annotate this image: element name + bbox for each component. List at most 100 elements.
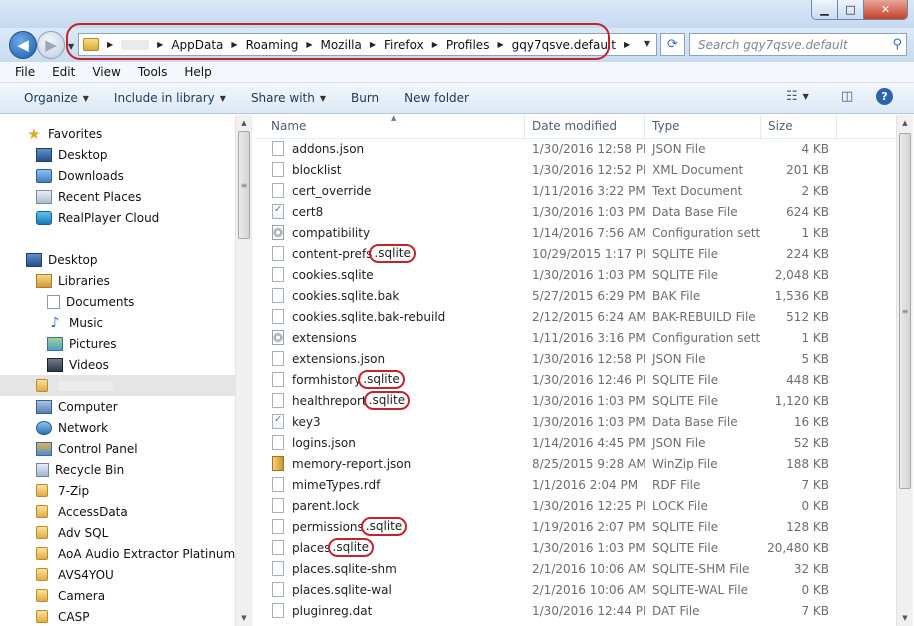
file-row[interactable]: cookies.sqlite.bak 5/27/2015 6:29 PM BAK F… [255, 285, 896, 306]
nav-folder-casp[interactable]: CASP [36, 606, 89, 626]
fav-item-desktop[interactable]: Desktop [36, 144, 108, 165]
file-row[interactable]: content-prefs .sqlite 10/29/2015 1:17 PM SQ… [255, 243, 896, 264]
file-row[interactable]: places .sqlite 1/30/2016 1:03 PM SQLITE Fil… [255, 537, 896, 558]
file-row[interactable]: mimeTypes.rdf 1/1/2016 2:04 PM RDF File 7 K… [255, 474, 896, 495]
column-header-date[interactable]: Date modified [525, 115, 645, 139]
file-row[interactable]: cert8 1/30/2016 1:03 PM Data Base File 624 … [255, 201, 896, 222]
menu-file[interactable]: File [7, 65, 44, 79]
file-row[interactable]: places.sqlite-shm 2/1/2016 10:06 AM SQLITE… [255, 558, 896, 579]
file-row[interactable]: blocklist 1/30/2016 12:52 PM XML Document 2… [255, 159, 896, 180]
nav-folder-avs4you[interactable]: AVS4YOU [36, 564, 114, 585]
file-row[interactable]: memory-report.json 8/25/2015 9:28 AM WinZi… [255, 453, 896, 474]
file-row[interactable]: addons.json 1/30/2016 12:58 PM JSON File 4 … [255, 138, 896, 159]
fav-item-downloads[interactable]: Downloads [36, 165, 124, 186]
address-dropdown-icon[interactable]: ▼ [644, 39, 650, 48]
nav-libraries[interactable]: Libraries [36, 270, 110, 291]
fav-item-realplayer-cloud[interactable]: RealPlayer Cloud [36, 207, 159, 228]
back-button[interactable]: ◀ [9, 31, 37, 59]
search-input[interactable]: Search gqy7qsve.default ⚲ [689, 33, 907, 56]
nav-folder-aoa-audio[interactable]: AoA Audio Extractor Platinum [36, 543, 235, 564]
nav-recycle-bin[interactable]: Recycle Bin [36, 459, 124, 480]
file-row[interactable]: logins.json 1/14/2016 4:45 PM JSON File 52 … [255, 432, 896, 453]
burn-button[interactable]: Burn [341, 91, 394, 105]
folder-icon [36, 589, 48, 602]
address-bar[interactable]: ▶ ▶ AppData ▶ Roaming ▶ Mozilla ▶ Firefo… [78, 33, 657, 56]
favorites-label: Favorites [48, 126, 103, 141]
change-view-button[interactable]: ☷ ▼ [786, 89, 809, 104]
forward-button[interactable]: ▶ [37, 31, 65, 59]
lib-item-pictures[interactable]: Pictures [47, 333, 117, 354]
chevron-right-icon[interactable]: ▶ [157, 40, 163, 49]
menu-tools[interactable]: Tools [130, 65, 177, 79]
file-row[interactable]: healthreport .sqlite 1/30/2016 1:03 PM SQLI… [255, 390, 896, 411]
file-row[interactable]: cookies.sqlite 1/30/2016 1:03 PM SQLITE Fi… [255, 264, 896, 285]
breadcrumb-appdata[interactable]: AppData [171, 38, 223, 52]
nav-control-panel[interactable]: Control Panel [36, 438, 138, 459]
redacted-user-crumb[interactable] [121, 39, 150, 50]
breadcrumb-profiles[interactable]: Profiles [446, 38, 490, 52]
breadcrumb-mozilla[interactable]: Mozilla [320, 38, 361, 52]
file-row[interactable]: cert_override 1/11/2016 3:22 PM Text Docum… [255, 180, 896, 201]
breadcrumb-roaming[interactable]: Roaming [246, 38, 299, 52]
scroll-down-icon[interactable]: ▼ [236, 610, 252, 626]
chevron-right-icon[interactable]: ▶ [432, 40, 438, 49]
column-header-size[interactable]: Size [761, 115, 837, 139]
menu-view[interactable]: View [84, 65, 129, 79]
chevron-right-icon[interactable]: ▶ [107, 40, 113, 49]
file-row[interactable]: key3 1/30/2016 1:03 PM Data Base File 16 KB [255, 411, 896, 432]
fav-item-recent-places[interactable]: Recent Places [36, 186, 141, 207]
file-row[interactable]: extensions.json 1/30/2016 12:58 PM JSON Fi… [255, 348, 896, 369]
nav-user-folder[interactable] [0, 375, 235, 396]
organize-button[interactable]: Organize ▼ [14, 91, 104, 105]
preview-pane-button[interactable]: ◫ [841, 89, 853, 104]
chevron-right-icon[interactable]: ▶ [624, 40, 630, 49]
file-row[interactable]: parent.lock 1/30/2016 12:25 PM LOCK File 0 … [255, 495, 896, 516]
new-folder-button[interactable]: New folder [394, 91, 484, 105]
menu-edit[interactable]: Edit [44, 65, 84, 79]
file-row[interactable]: permissions .sqlite 1/19/2016 2:07 PM SQLIT… [255, 516, 896, 537]
recent-pages-dropdown[interactable]: ▼ [68, 42, 74, 51]
file-row[interactable]: pluginreg.dat 1/30/2016 12:44 PM DAT File 7… [255, 600, 896, 621]
nav-folder-7zip[interactable]: 7-Zip [36, 480, 89, 501]
include-in-library-button[interactable]: Include in library ▼ [104, 91, 241, 105]
nav-folder-accessdata[interactable]: AccessData [36, 501, 128, 522]
menu-help[interactable]: Help [176, 65, 220, 79]
help-button[interactable]: ? [876, 88, 893, 105]
scrollbar-thumb[interactable]: ≡ [899, 133, 911, 489]
file-row[interactable]: extensions 1/11/2016 3:16 PM Configuration… [255, 327, 896, 348]
maximize-button[interactable]: □ [838, 0, 864, 19]
lib-item-documents[interactable]: Documents [47, 291, 134, 312]
file-row[interactable]: places.sqlite-wal 2/1/2016 10:06 AM SQLITE… [255, 579, 896, 600]
refresh-button[interactable]: ⟳ [660, 33, 685, 56]
scroll-up-icon[interactable]: ▲ [236, 115, 252, 131]
file-row[interactable]: cookies.sqlite.bak-rebuild 2/12/2015 6:24… [255, 306, 896, 327]
breadcrumb-profile-folder[interactable]: gqy7qsve.default [512, 38, 616, 52]
lib-item-music[interactable]: ♪ Music [47, 312, 104, 333]
navigation-pane-scrollbar[interactable]: ▲ ≡ ▼ [235, 115, 252, 626]
column-header-name[interactable]: ▲ Name [255, 115, 525, 139]
close-button[interactable]: ✕ [864, 0, 907, 19]
search-icon[interactable]: ⚲ [892, 37, 902, 52]
scroll-up-icon[interactable]: ▲ [897, 115, 913, 131]
chevron-right-icon[interactable]: ▶ [497, 40, 503, 49]
nav-folder-camera[interactable]: Camera [36, 585, 105, 606]
chevron-right-icon[interactable]: ▶ [370, 40, 376, 49]
nav-folder-adv-sql[interactable]: Adv SQL [36, 522, 108, 543]
chevron-right-icon[interactable]: ▶ [306, 40, 312, 49]
favorites-header[interactable]: ★ Favorites [26, 123, 102, 144]
minimize-button[interactable]: ▁ [812, 0, 838, 19]
file-row[interactable]: formhistory .sqlite 1/30/2016 12:46 PM SQLI… [255, 369, 896, 390]
file-icon [272, 246, 284, 261]
scrollbar-thumb[interactable]: ≡ [238, 131, 250, 239]
file-list-scrollbar[interactable]: ▲ ≡ ▼ [896, 115, 913, 626]
nav-network[interactable]: Network [36, 417, 108, 438]
nav-computer[interactable]: Computer [36, 396, 118, 417]
breadcrumb-firefox[interactable]: Firefox [384, 38, 424, 52]
share-with-button[interactable]: Share with ▼ [241, 91, 341, 105]
lib-item-videos[interactable]: Videos [47, 354, 109, 375]
scroll-down-icon[interactable]: ▼ [897, 610, 913, 626]
nav-desktop[interactable]: Desktop [26, 249, 98, 270]
column-header-type[interactable]: Type [645, 115, 761, 139]
file-row[interactable]: compatibility 1/14/2016 7:56 AM Configurat… [255, 222, 896, 243]
chevron-right-icon[interactable]: ▶ [231, 40, 237, 49]
